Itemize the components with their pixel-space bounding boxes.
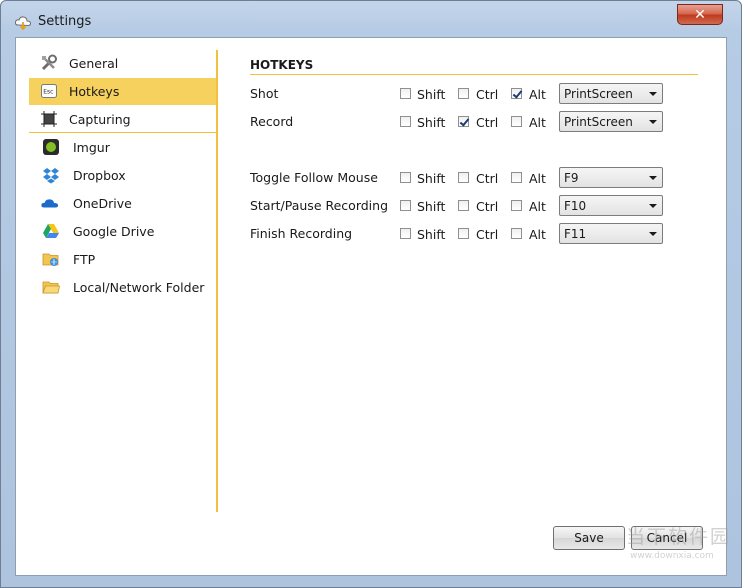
shot-shift-checkbox[interactable] <box>400 88 411 99</box>
chevron-down-icon <box>649 232 657 236</box>
sidebar-item-label: General <box>69 56 119 71</box>
follow-mouse-ctrl-checkbox[interactable] <box>458 172 469 183</box>
dropbox-icon <box>43 168 59 184</box>
ctrl-label: Ctrl <box>476 87 499 102</box>
shift-label: Shift <box>417 87 446 102</box>
esc-key-icon: Esc <box>41 84 57 98</box>
settings-client-area: General Esc Hotkeys Capturing Imgur Drop… <box>15 37 727 576</box>
shift-label: Shift <box>417 115 446 130</box>
start-pause-shift-checkbox[interactable] <box>400 200 411 211</box>
ctrl-label: Ctrl <box>476 171 499 186</box>
start-pause-ctrl-checkbox[interactable] <box>458 200 469 211</box>
sidebar-item-label: FTP <box>73 252 96 267</box>
svg-text:Esc: Esc <box>43 89 53 96</box>
sidebar-item-label: OneDrive <box>73 196 132 211</box>
ftp-folder-icon <box>42 253 59 266</box>
selected-key: F9 <box>564 171 579 185</box>
follow-mouse-alt-checkbox[interactable] <box>511 172 522 183</box>
alt-label: Alt <box>529 87 546 102</box>
ctrl-label: Ctrl <box>476 199 499 214</box>
selected-key: F11 <box>564 227 587 241</box>
watermark: 当下软件园 www.downxia.com <box>626 522 741 570</box>
shot-ctrl-checkbox[interactable] <box>458 88 469 99</box>
app-cloud-icon <box>14 16 32 31</box>
selected-key: F10 <box>564 199 587 213</box>
start-pause-key-select[interactable]: F10 <box>559 195 663 216</box>
chevron-down-icon <box>649 120 657 124</box>
alt-label: Alt <box>529 115 546 130</box>
follow-mouse-shift-checkbox[interactable] <box>400 172 411 183</box>
settings-sidebar: General Esc Hotkeys Capturing Imgur Drop… <box>29 50 216 512</box>
alt-label: Alt <box>529 171 546 186</box>
window-title: Settings <box>38 14 92 29</box>
alt-label: Alt <box>529 199 546 214</box>
finish-ctrl-checkbox[interactable] <box>458 228 469 239</box>
hotkey-label: Finish Recording <box>250 226 353 241</box>
chevron-down-icon <box>649 204 657 208</box>
sidebar-item-ftp[interactable]: FTP <box>29 246 216 273</box>
finish-shift-checkbox[interactable] <box>400 228 411 239</box>
sidebar-item-imgur[interactable]: Imgur <box>29 134 216 161</box>
hotkey-label: Record <box>250 114 294 129</box>
sidebar-item-label: Imgur <box>73 140 110 155</box>
settings-window: Settings ✕ General Esc Hotkeys Capturing… <box>0 0 742 588</box>
chevron-down-icon <box>649 92 657 96</box>
sidebar-item-local-network-folder[interactable]: Local/Network Folder <box>29 274 216 301</box>
folder-icon <box>42 281 60 294</box>
watermark-text: 当下软件园 <box>626 526 732 548</box>
section-title: HOTKEYS <box>250 58 314 72</box>
imgur-icon <box>43 139 59 155</box>
shot-alt-checkbox[interactable] <box>511 88 522 99</box>
sidebar-item-dropbox[interactable]: Dropbox <box>29 162 216 189</box>
ctrl-label: Ctrl <box>476 227 499 242</box>
sidebar-divider <box>216 50 218 512</box>
google-drive-icon <box>43 224 59 238</box>
save-button[interactable]: Save <box>553 526 625 550</box>
alt-label: Alt <box>529 227 546 242</box>
sidebar-item-google-drive[interactable]: Google Drive <box>29 218 216 245</box>
record-shift-checkbox[interactable] <box>400 116 411 127</box>
sidebar-item-label: Hotkeys <box>69 84 120 99</box>
title-bar[interactable]: Settings ✕ <box>1 1 741 37</box>
follow-mouse-key-select[interactable]: F9 <box>559 167 663 188</box>
shift-label: Shift <box>417 171 446 186</box>
close-button[interactable]: ✕ <box>677 4 723 25</box>
hotkey-label: Toggle Follow Mouse <box>250 170 378 185</box>
hotkey-label: Start/Pause Recording <box>250 198 389 213</box>
start-pause-alt-checkbox[interactable] <box>511 200 522 211</box>
record-alt-checkbox[interactable] <box>511 116 522 127</box>
ctrl-label: Ctrl <box>476 115 499 130</box>
shift-label: Shift <box>417 227 446 242</box>
section-divider <box>250 74 698 75</box>
tools-icon <box>41 54 57 71</box>
selected-key: PrintScreen <box>564 87 633 101</box>
sidebar-item-hotkeys[interactable]: Esc Hotkeys <box>29 78 216 105</box>
shift-label: Shift <box>417 199 446 214</box>
record-ctrl-checkbox[interactable] <box>458 116 469 127</box>
record-key-select[interactable]: PrintScreen <box>559 111 663 132</box>
sidebar-item-onedrive[interactable]: OneDrive <box>29 190 216 217</box>
sidebar-item-label: Local/Network Folder <box>73 280 205 295</box>
finish-alt-checkbox[interactable] <box>511 228 522 239</box>
onedrive-icon <box>41 199 59 208</box>
sidebar-item-label: Dropbox <box>73 168 126 183</box>
watermark-url: www.downxia.com <box>630 551 714 561</box>
sidebar-item-capturing[interactable]: Capturing <box>29 106 216 133</box>
capture-icon <box>41 111 57 127</box>
sidebar-item-label: Google Drive <box>73 224 155 239</box>
hotkey-label: Shot <box>250 86 279 101</box>
selected-key: PrintScreen <box>564 115 633 129</box>
finish-key-select[interactable]: F11 <box>559 223 663 244</box>
chevron-down-icon <box>649 176 657 180</box>
sidebar-item-label: Capturing <box>69 112 131 127</box>
sidebar-item-general[interactable]: General <box>29 50 216 77</box>
shot-key-select[interactable]: PrintScreen <box>559 83 663 104</box>
